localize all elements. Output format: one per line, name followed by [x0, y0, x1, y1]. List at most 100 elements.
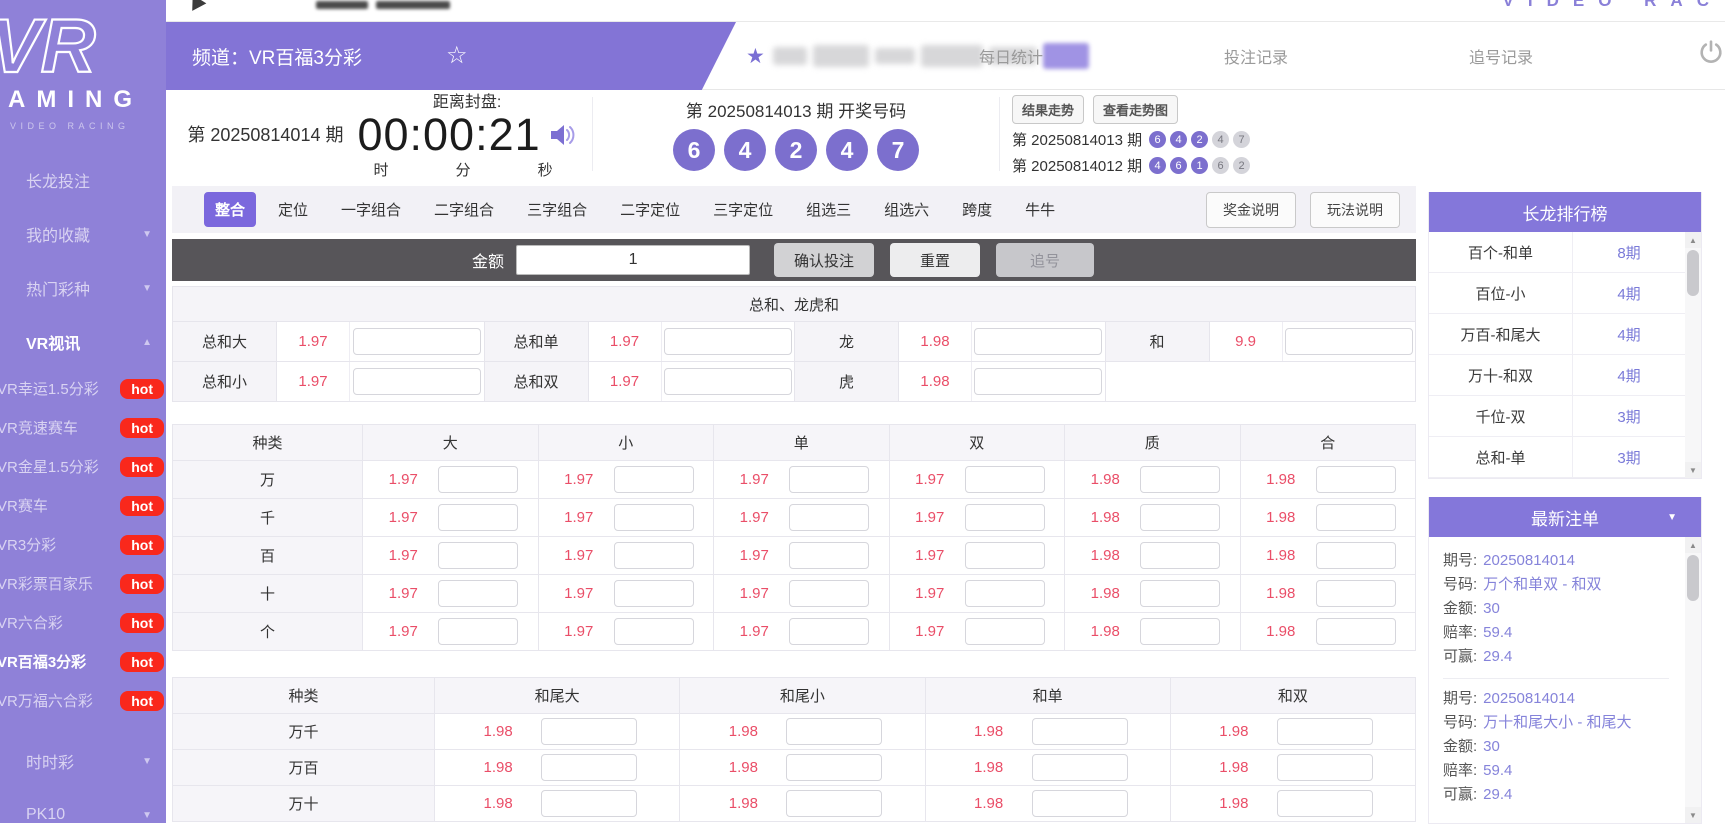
tab-kuadu[interactable]: 跨度: [951, 192, 1003, 227]
bet-amount-input[interactable]: [353, 328, 481, 355]
bet-amount-input[interactable]: [614, 618, 694, 645]
result-trend-button[interactable]: 结果走势: [1012, 95, 1084, 124]
bet-amount-input[interactable]: [438, 466, 518, 493]
bet-amount-input[interactable]: [965, 542, 1045, 569]
latest-bets-scrollbar[interactable]: ▲ ▼: [1685, 537, 1701, 823]
bet-amount-input[interactable]: [614, 466, 694, 493]
bet-amount-input[interactable]: [438, 618, 518, 645]
bet-amount-input[interactable]: [1285, 328, 1413, 355]
sidebar-item-vr-wanfu-liuhe[interactable]: VR万福六合彩 hot: [0, 681, 166, 720]
tab-zuxuan3[interactable]: 组选三: [795, 192, 862, 227]
power-icon[interactable]: [1698, 39, 1724, 65]
bet-amount-input[interactable]: [1032, 790, 1128, 817]
tab-zuxuan6[interactable]: 组选六: [873, 192, 940, 227]
bet-amount-input[interactable]: [541, 790, 637, 817]
sidebar-item-vr-baifu3[interactable]: VR百福3分彩 hot: [0, 642, 166, 681]
scroll-up-icon[interactable]: ▲: [1685, 232, 1701, 248]
sidebar-item-favorites[interactable]: 我的收藏 ▼: [0, 207, 166, 261]
favorite-star-icon[interactable]: ☆: [446, 44, 468, 68]
bet-amount-input[interactable]: [1316, 504, 1396, 531]
bet-amount-input[interactable]: [664, 368, 792, 395]
ranking-row[interactable]: 百位-小 4期: [1429, 273, 1685, 314]
speaker-icon[interactable]: [549, 122, 577, 148]
bet-amount-input[interactable]: [614, 580, 694, 607]
bet-amount-input[interactable]: [1140, 504, 1220, 531]
bet-amount-input[interactable]: [438, 504, 518, 531]
ranking-row[interactable]: 总和-单 3期: [1429, 437, 1685, 478]
bet-amount-input[interactable]: [614, 542, 694, 569]
bet-amount-input[interactable]: [353, 368, 481, 395]
chevron-down-icon[interactable]: ▼: [1667, 512, 1677, 523]
sidebar-item-vr-3fen[interactable]: VR3分彩 hot: [0, 525, 166, 564]
bet-amount-input[interactable]: [965, 580, 1045, 607]
sidebar-item-vr-baccarat[interactable]: VR彩票百家乐 hot: [0, 564, 166, 603]
bet-amount-input[interactable]: [1277, 790, 1373, 817]
nav-bet-records[interactable]: 投注记录: [1201, 44, 1311, 68]
tab-yizi-zuhe[interactable]: 一字组合: [330, 192, 412, 227]
ranking-scrollbar[interactable]: ▲ ▼: [1685, 232, 1701, 478]
bet-amount-input[interactable]: [541, 718, 637, 745]
bet-amount-input[interactable]: [438, 542, 518, 569]
sidebar-item-vr-venus15[interactable]: VR金星1.5分彩 hot: [0, 447, 166, 486]
confirm-bet-button[interactable]: 确认投注: [774, 243, 874, 277]
chase-number-button[interactable]: 追号: [996, 243, 1094, 277]
bet-amount-input[interactable]: [974, 368, 1102, 395]
nav-chase-records[interactable]: 追号记录: [1446, 44, 1556, 68]
bet-amount-input[interactable]: [1032, 754, 1128, 781]
view-trend-chart-button[interactable]: 查看走势图: [1093, 95, 1178, 124]
bet-amount-input[interactable]: [965, 466, 1045, 493]
tab-sanzi-zuhe[interactable]: 三字组合: [516, 192, 598, 227]
sidebar-item-shishicai[interactable]: 时时彩 ▼: [0, 734, 166, 788]
ranking-row[interactable]: 千位-双 3期: [1429, 396, 1685, 437]
sidebar-item-vr-video[interactable]: VR视讯 ▲: [0, 315, 166, 369]
bet-amount-input[interactable]: [789, 542, 869, 569]
sidebar-item-vr-liuhe[interactable]: VR六合彩 hot: [0, 603, 166, 642]
scrollbar-thumb[interactable]: [1687, 250, 1699, 296]
bet-amount-input[interactable]: [1140, 542, 1220, 569]
bet-amount-input[interactable]: [1316, 466, 1396, 493]
scrollbar-thumb[interactable]: [1687, 555, 1699, 601]
tab-niuniu[interactable]: 牛牛: [1014, 192, 1066, 227]
nav-daily-stats[interactable]: 每日统计: [956, 44, 1066, 68]
bet-amount-input[interactable]: [1140, 466, 1220, 493]
bet-amount-input[interactable]: [789, 504, 869, 531]
sidebar-item-vr-racing[interactable]: VR赛车 hot: [0, 486, 166, 525]
back-arrow-icon[interactable]: [186, 0, 207, 11]
bet-amount-input[interactable]: [438, 580, 518, 607]
bet-amount-input[interactable]: [541, 754, 637, 781]
amount-input[interactable]: [516, 245, 750, 275]
bet-amount-input[interactable]: [1140, 580, 1220, 607]
bet-amount-input[interactable]: [789, 618, 869, 645]
bet-amount-input[interactable]: [965, 618, 1045, 645]
bet-amount-input[interactable]: [1316, 580, 1396, 607]
bet-amount-input[interactable]: [1277, 718, 1373, 745]
bet-amount-input[interactable]: [614, 504, 694, 531]
tab-erzi-dingwei[interactable]: 二字定位: [609, 192, 691, 227]
ranking-row[interactable]: 百个-和单 8期: [1429, 232, 1685, 273]
scroll-down-icon[interactable]: ▼: [1685, 807, 1701, 823]
bet-amount-input[interactable]: [1140, 618, 1220, 645]
reset-button[interactable]: 重置: [890, 243, 980, 277]
tab-sanzi-dingwei[interactable]: 三字定位: [702, 192, 784, 227]
ranking-row[interactable]: 万十-和双 4期: [1429, 355, 1685, 396]
bet-amount-input[interactable]: [1032, 718, 1128, 745]
bet-amount-input[interactable]: [786, 754, 882, 781]
tab-erzi-zuhe[interactable]: 二字组合: [423, 192, 505, 227]
bet-amount-input[interactable]: [786, 790, 882, 817]
bet-amount-input[interactable]: [1316, 542, 1396, 569]
bet-amount-input[interactable]: [1277, 754, 1373, 781]
sidebar-item-changlong[interactable]: 长龙投注: [0, 153, 166, 207]
bet-amount-input[interactable]: [974, 328, 1102, 355]
tab-dingwei[interactable]: 定位: [267, 192, 319, 227]
tab-zhenghe[interactable]: 整合: [204, 192, 256, 227]
scroll-down-icon[interactable]: ▼: [1685, 462, 1701, 478]
bet-amount-input[interactable]: [789, 466, 869, 493]
sidebar-item-pk10[interactable]: PK10 ▼: [0, 788, 166, 823]
bet-amount-input[interactable]: [965, 504, 1045, 531]
sidebar-item-vr-speed-racing[interactable]: VR竞速赛车 hot: [0, 408, 166, 447]
sidebar-item-vr-lucky15[interactable]: VR幸运1.5分彩 hot: [0, 369, 166, 408]
ranking-row[interactable]: 万百-和尾大 4期: [1429, 314, 1685, 355]
prize-info-button[interactable]: 奖金说明: [1206, 192, 1296, 228]
bet-amount-input[interactable]: [789, 580, 869, 607]
rules-info-button[interactable]: 玩法说明: [1310, 192, 1400, 228]
